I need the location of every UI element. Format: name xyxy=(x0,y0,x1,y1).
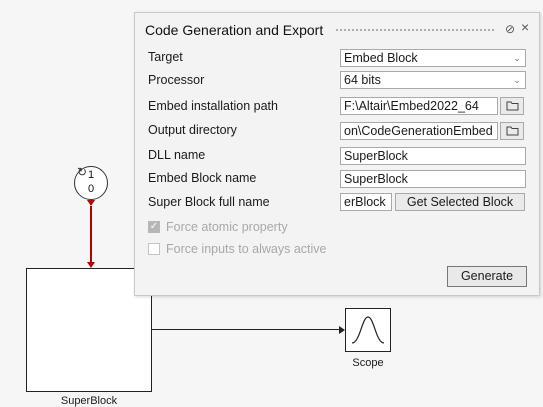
output-dir-label: Output directory xyxy=(148,123,237,137)
clock-bottom-value: 0 xyxy=(87,183,95,195)
target-select[interactable]: Embed Block ⌄ xyxy=(340,49,526,67)
dll-name-field[interactable]: SuperBlock xyxy=(340,147,526,165)
embed-path-label: Embed installation path xyxy=(148,99,278,113)
event-link[interactable] xyxy=(90,206,92,264)
superblock-full-name-field[interactable]: erBlock xyxy=(340,193,392,211)
get-selected-block-button[interactable]: Get Selected Block xyxy=(395,193,525,211)
dialog-titlebar[interactable]: Code Generation and Export ⊘ × xyxy=(135,13,539,43)
scope-label: Scope xyxy=(352,357,384,369)
scope-waveform-icon xyxy=(351,316,385,344)
target-value: Embed Block xyxy=(344,51,418,65)
force-inputs-label: Force inputs to always active xyxy=(166,242,327,256)
folder-icon xyxy=(506,126,518,136)
chevron-down-icon: ⌄ xyxy=(513,53,521,63)
force-inputs-checkbox xyxy=(148,243,160,255)
embed-block-name-label: Embed Block name xyxy=(148,171,257,185)
embed-path-browse-button[interactable] xyxy=(500,97,524,115)
superblock-label: SuperBlock xyxy=(60,395,118,407)
code-generation-dialog: Code Generation and Export ⊘ × Target Em… xyxy=(134,12,540,296)
superblock-full-name-label: Super Block full name xyxy=(148,195,270,209)
processor-label: Processor xyxy=(148,73,205,87)
force-atomic-label: Force atomic property xyxy=(166,220,288,234)
close-icon[interactable]: × xyxy=(521,20,529,34)
help-icon[interactable]: ⊘ xyxy=(505,22,515,36)
clock-top-value: 1 xyxy=(87,169,95,181)
generate-button[interactable]: Generate xyxy=(447,266,527,287)
output-dir-field[interactable]: on\CodeGenerationEmbed xyxy=(340,122,498,140)
embed-path-field[interactable]: F:\Altair\Embed2022_64 xyxy=(340,97,498,115)
scope-block[interactable] xyxy=(345,308,391,352)
processor-select[interactable]: 64 bits ⌄ xyxy=(340,71,526,89)
drag-grip[interactable] xyxy=(335,28,495,33)
force-atomic-checkbox: ✓ xyxy=(148,221,160,233)
clock-block[interactable]: ↻ 1 0 xyxy=(74,165,108,200)
embed-block-name-field[interactable]: SuperBlock xyxy=(340,170,526,188)
output-dir-browse-button[interactable] xyxy=(500,122,524,140)
target-label: Target xyxy=(148,50,183,64)
dll-name-label: DLL name xyxy=(148,148,206,162)
processor-value: 64 bits xyxy=(344,73,381,87)
chevron-down-icon: ⌄ xyxy=(513,75,521,85)
folder-icon xyxy=(506,101,518,111)
dialog-title: Code Generation and Export xyxy=(145,22,324,38)
data-link[interactable] xyxy=(152,329,342,330)
